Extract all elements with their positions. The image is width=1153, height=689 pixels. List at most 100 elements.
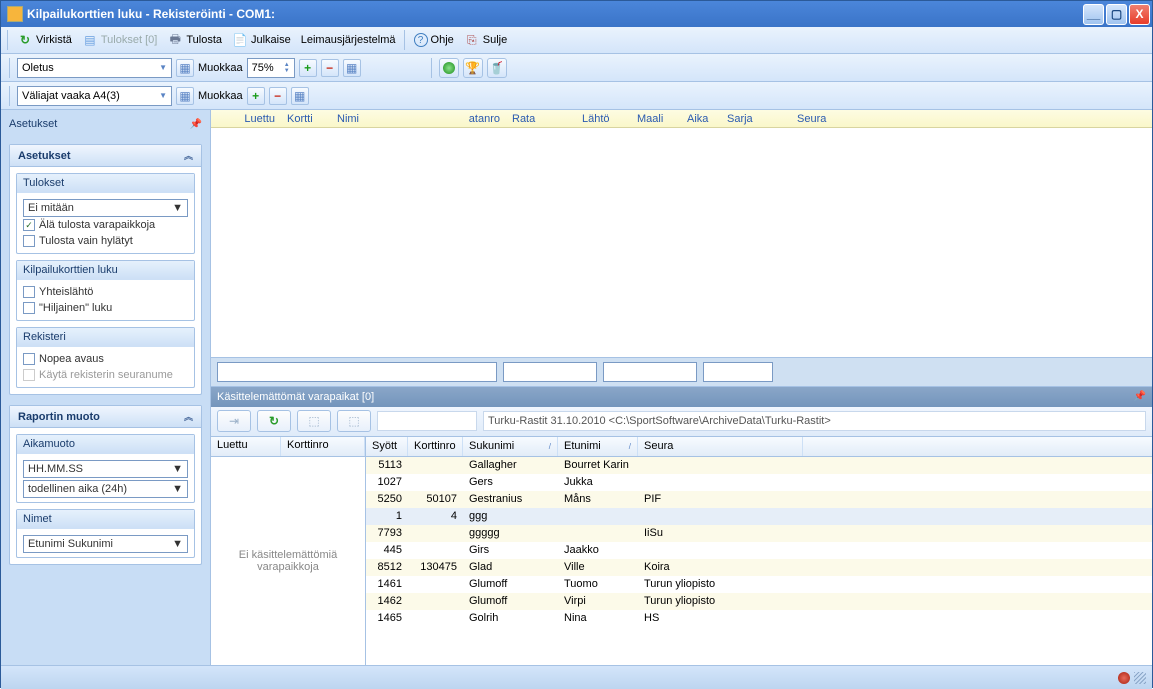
registry-group-header: Rekisteri	[17, 328, 194, 347]
report-panel: Raportin muoto ︽ Aikamuoto HH.MM.SS ▼ to…	[9, 405, 202, 565]
names-group: Nimet Etunimi Sukunimi ▼	[16, 509, 195, 558]
refresh-icon: ↻	[269, 414, 279, 428]
input-field-4[interactable]	[703, 362, 773, 382]
edit-label-2: Muokkaa	[198, 90, 243, 102]
layout-combo-1[interactable]: Oletus ▼	[17, 58, 172, 78]
col-seura[interactable]: Seura	[791, 113, 871, 125]
results-group: Tulokset Ei mitään ▼ ✓ Älä tulosta varap…	[16, 173, 195, 254]
remove-button-2[interactable]: −	[269, 87, 287, 105]
grid-button-1[interactable]: ▦	[176, 59, 194, 77]
green-status-button[interactable]	[439, 58, 459, 78]
input-bar	[211, 357, 1152, 387]
config-button-2[interactable]: ▦	[291, 87, 309, 105]
add-button-2[interactable]: +	[247, 87, 265, 105]
settings-panel-header[interactable]: Asetukset ︽	[10, 145, 201, 167]
help-icon: ?	[414, 33, 428, 47]
input-field-2[interactable]	[503, 362, 597, 382]
spinner-icon: ▲▼	[284, 62, 290, 74]
timeformat-combo-1[interactable]: HH.MM.SS ▼	[23, 460, 188, 478]
table-row[interactable]: 525050107GestraniusMånsPIF	[366, 491, 1152, 508]
col-kortti[interactable]: Kortti	[281, 113, 331, 125]
table-row[interactable]: 8512130475GladVilleKoira	[366, 559, 1152, 576]
names-combo[interactable]: Etunimi Sukunimi ▼	[23, 535, 188, 553]
help-label: Ohje	[431, 34, 454, 46]
grid-button-2[interactable]: ▦	[176, 87, 194, 105]
punching-button[interactable]: Leimausjärjestelmä	[297, 32, 400, 48]
pin-icon[interactable]: 📌	[190, 119, 202, 130]
no-vacancy-checkbox[interactable]: ✓	[23, 219, 35, 231]
archive-grid-body[interactable]: 5113GallagherBourret Karin1027GersJukka5…	[366, 457, 1152, 666]
vacancy-col-korttinro[interactable]: Korttinro	[281, 437, 365, 456]
col-sarja[interactable]: Sarja	[721, 113, 791, 125]
timeformat-combo-2[interactable]: todellinen aika (24h) ▼	[23, 480, 188, 498]
col-seura-2[interactable]: Seura	[638, 437, 803, 456]
archive-btn-4[interactable]: ⬚	[337, 410, 371, 432]
col-etunimi[interactable]: Etunimi/	[558, 437, 638, 456]
pin-icon[interactable]: 📌	[1134, 391, 1146, 402]
remove-button-1[interactable]: −	[321, 59, 339, 77]
trophy-button-2[interactable]: 🥤	[487, 58, 507, 78]
report-panel-header[interactable]: Raportin muoto ︽	[10, 406, 201, 428]
zoom-combo[interactable]: 75% ▲▼	[247, 58, 295, 78]
cup-icon: 🥤	[489, 61, 504, 75]
edit-label-1: Muokkaa	[198, 62, 243, 74]
results-mode-value: Ei mitään	[28, 202, 74, 214]
table-row[interactable]: 1462GlumoffVirpiTurun yliopisto	[366, 593, 1152, 610]
vacancy-col-luettu[interactable]: Luettu	[211, 437, 281, 456]
vacancy-empty-message: Ei käsittelemättömiä varapaikkoja	[211, 457, 365, 666]
config-button-1[interactable]: ▦	[343, 59, 361, 77]
layout-combo-2[interactable]: Väliajat vaaka A4(3) ▼	[17, 86, 172, 106]
trophy-button-1[interactable]: 🏆	[463, 58, 483, 78]
settings-panel: Asetukset ︽ Tulokset Ei mitään ▼ ✓ Älä t…	[9, 144, 202, 395]
window-title: Kilpailukorttien luku - Rekisteröinti - …	[27, 7, 1083, 21]
resize-grip[interactable]	[1134, 672, 1146, 684]
col-lahto[interactable]: Lähtö	[576, 113, 631, 125]
only-dsq-label: Tulosta vain hylätyt	[39, 235, 133, 247]
table-row[interactable]: 1461GlumoffTuomoTurun yliopisto	[366, 576, 1152, 593]
col-atanro[interactable]: atanro	[461, 113, 506, 125]
input-field-3[interactable]	[603, 362, 697, 382]
table-row[interactable]: 1465GolrihNinaHS	[366, 610, 1152, 627]
close-button[interactable]: ⎘ Sulje	[460, 30, 511, 50]
publish-button[interactable]: 📄 Julkaise	[228, 30, 295, 50]
only-dsq-checkbox[interactable]	[23, 235, 35, 247]
col-syott[interactable]: Syött	[366, 437, 408, 456]
maximize-button[interactable]: ▢	[1106, 4, 1127, 25]
upper-grid-body	[211, 128, 1152, 357]
timeformat-value-1: HH.MM.SS	[28, 463, 83, 475]
close-window-button[interactable]: X	[1129, 4, 1150, 25]
print-button[interactable]: 🖶 Tulosta	[163, 30, 226, 50]
input-field-1[interactable]	[217, 362, 497, 382]
minimize-button[interactable]: __	[1083, 4, 1104, 25]
add-button-1[interactable]: +	[299, 59, 317, 77]
refresh-button[interactable]: ↻ Virkistä	[13, 30, 76, 50]
sort-icon: /	[629, 442, 631, 451]
table-row[interactable]: 14ggg	[366, 508, 1152, 525]
exit-icon: ⎘	[464, 32, 480, 48]
table-row[interactable]: 445GirsJaakko	[366, 542, 1152, 559]
col-rata[interactable]: Rata	[506, 113, 576, 125]
col-luettu[interactable]: Luettu	[211, 113, 281, 125]
table-row[interactable]: 5113GallagherBourret Karin	[366, 457, 1152, 474]
results-mode-combo[interactable]: Ei mitään ▼	[23, 199, 188, 217]
col-sukunimi[interactable]: Sukunimi/	[463, 437, 558, 456]
silent-checkbox[interactable]	[23, 302, 35, 314]
archive-btn-1[interactable]: ⇥	[217, 410, 251, 432]
silent-label: "Hiljainen" luku	[39, 302, 112, 314]
sort-icon: /	[549, 442, 551, 451]
help-button[interactable]: ? Ohje	[410, 31, 458, 49]
table-row[interactable]: 7793gggggIiSu	[366, 525, 1152, 542]
col-nimi[interactable]: Nimi	[331, 113, 461, 125]
massstart-checkbox[interactable]	[23, 286, 35, 298]
results-group-header: Tulokset	[17, 174, 194, 193]
collapse-icon: ︽	[184, 410, 193, 423]
table-row[interactable]: 1027GersJukka	[366, 474, 1152, 491]
archive-refresh-button[interactable]: ↻	[257, 410, 291, 432]
archive-btn-3[interactable]: ⬚	[297, 410, 331, 432]
quickopen-checkbox[interactable]	[23, 353, 35, 365]
publish-label: Julkaise	[251, 34, 291, 46]
archive-filter-input[interactable]	[377, 411, 477, 431]
col-korttinro[interactable]: Korttinro	[408, 437, 463, 456]
col-aika[interactable]: Aika	[681, 113, 721, 125]
col-maali[interactable]: Maali	[631, 113, 681, 125]
